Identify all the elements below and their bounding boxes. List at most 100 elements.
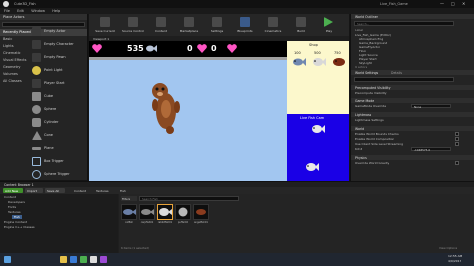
blueprint-icon <box>240 17 250 27</box>
world-composition-checkbox[interactable] <box>455 137 459 141</box>
unreal-editor-icon[interactable] <box>90 256 97 263</box>
filters-button[interactable]: Filters <box>121 196 137 201</box>
asset-label: angelfish01 <box>194 221 208 224</box>
folder-developers[interactable]: Developers <box>8 200 25 204</box>
windows-start-icon[interactable] <box>4 256 11 263</box>
actor-icon <box>32 27 41 36</box>
asset-label: catfish <box>125 221 133 224</box>
sphere-icon <box>32 105 41 114</box>
folder-tree: Content Developers Fonts Textures Fish E… <box>0 194 118 253</box>
hud-right-value: 0 <box>211 44 217 53</box>
folder-engine-content[interactable]: Engine Content <box>4 220 27 224</box>
folder-fonts[interactable]: Fonts <box>8 205 16 209</box>
hud-mid-value: 0 <box>187 44 193 53</box>
blueprints-button[interactable]: Blueprints <box>231 16 259 35</box>
import-button[interactable]: Import <box>25 188 43 193</box>
shop-price-3: 750 <box>334 51 341 55</box>
cam-fish-icon <box>306 163 319 171</box>
light-bulb-icon <box>32 66 41 75</box>
shop-fish-3-icon[interactable] <box>332 57 346 67</box>
world-composition-label: Enable World Composition <box>355 137 395 141</box>
client-streaming-checkbox[interactable] <box>455 142 459 146</box>
heart-icon <box>92 44 102 53</box>
add-new-button[interactable]: Add New <box>3 188 23 193</box>
settings-button[interactable]: Settings <box>203 16 231 35</box>
gamemode-override-select[interactable]: None <box>411 104 451 109</box>
asset-thumbnail-puffer[interactable] <box>175 204 191 220</box>
breadcrumb-fish[interactable]: Fish <box>120 189 126 193</box>
view-options-button[interactable]: View Options <box>439 246 457 250</box>
project-tab[interactable]: Cute3D_Fish <box>14 2 36 6</box>
cam-fish-icon <box>312 125 325 133</box>
app-icon[interactable] <box>80 256 87 263</box>
breadcrumb-content[interactable]: Content <box>74 189 86 193</box>
section-game-mode[interactable]: Game Mode <box>351 98 474 103</box>
details-search-input[interactable] <box>354 77 454 82</box>
window-title: Live_Fish_Game <box>380 1 408 6</box>
gear-icon <box>212 17 222 27</box>
shop-fish-1-icon[interactable] <box>292 57 306 67</box>
outliner-search-input[interactable]: Search... <box>354 21 454 26</box>
override-gravity-label: Override World Gravity <box>355 161 390 165</box>
heart-icon <box>197 44 207 53</box>
section-world[interactable]: World <box>351 126 474 131</box>
hud-divider <box>89 57 287 60</box>
marketplace-button[interactable]: Marketplace <box>175 16 203 35</box>
section-lightmass[interactable]: Lightmass <box>351 112 474 117</box>
title-bar: Cute3D_Fish Live_Fish_Game — □ ✕ <box>0 0 474 8</box>
breadcrumb-textures[interactable]: Textures <box>96 189 109 193</box>
folder-content[interactable]: Content <box>4 195 16 199</box>
asset-thumbnail-carpfish[interactable] <box>139 204 155 220</box>
asset-count-status: 6 items (1 selected) <box>121 246 149 250</box>
section-precomputed-visibility[interactable]: Precomputed Visibility <box>351 85 474 90</box>
content-button[interactable]: Content <box>147 16 175 35</box>
plane-icon <box>32 147 41 150</box>
app-icon[interactable] <box>100 256 107 263</box>
folder-textures[interactable]: Textures <box>8 210 21 214</box>
shop-price-1: 100 <box>294 51 301 55</box>
asset-thumbnail-rabbitfish-selected[interactable] <box>157 204 173 220</box>
details-tab[interactable]: Details <box>391 71 402 75</box>
sphere-trigger-icon <box>32 170 41 179</box>
fish-icon <box>141 209 154 215</box>
build-button[interactable]: Build <box>287 16 315 35</box>
game-area[interactable] <box>89 41 287 181</box>
section-physics[interactable]: Physics <box>351 155 474 160</box>
fish-icon <box>178 207 188 217</box>
cinematics-button[interactable]: Cinematics <box>259 16 287 35</box>
override-gravity-checkbox[interactable] <box>455 161 459 165</box>
place-actors-panel: Place Actors Recently Placed Basic Light… <box>0 14 88 180</box>
file-explorer-icon[interactable] <box>60 256 67 263</box>
folder-engine-cpp-classes[interactable]: Engine C++ Classes <box>4 225 35 229</box>
taskbar-time: 12:55 AM <box>448 254 463 258</box>
save-current-button[interactable]: Save Current <box>91 16 119 35</box>
save-all-button[interactable]: Save All <box>45 188 65 193</box>
asset-label: puffer02 <box>177 221 189 224</box>
close-icon[interactable]: ✕ <box>462 1 465 6</box>
box-trigger-icon <box>32 157 41 166</box>
live-cam-title: Live Fish Cam <box>300 116 325 120</box>
play-button[interactable]: Play <box>315 16 343 35</box>
asset-search-input[interactable]: Search Fish <box>139 196 239 201</box>
shop-fish-2-icon[interactable] <box>312 57 326 67</box>
client-streaming-label: Use Client Side Level Streaming <box>355 142 404 146</box>
fish-icon <box>123 209 136 215</box>
maximize-icon[interactable]: □ <box>451 1 455 6</box>
browser-icon[interactable] <box>70 256 77 263</box>
pawn-icon <box>32 53 41 62</box>
world-outliner-tab[interactable]: World Outliner <box>355 15 378 19</box>
asset-thumbnail-angelfish[interactable] <box>193 204 209 220</box>
folder-fish[interactable]: Fish <box>12 215 22 219</box>
source-control-button[interactable]: Source Control <box>119 16 147 35</box>
content-icon <box>156 17 166 27</box>
asset-thumbnail-catfish[interactable] <box>121 204 137 220</box>
viewport-tab[interactable]: Viewport 1 <box>93 37 109 41</box>
world-settings-tab[interactable]: World Settings <box>355 71 378 75</box>
place-actors-tab[interactable]: Place Actors <box>0 14 87 20</box>
outliner-header-label: Label <box>355 28 364 32</box>
minimize-icon[interactable]: — <box>440 1 444 6</box>
world-bounds-checkbox[interactable] <box>455 132 459 136</box>
hud-score-value: 535 <box>127 44 144 53</box>
kill-z-input[interactable]: -1048575.0 <box>411 147 451 152</box>
shop-panel[interactable]: Shop 100 500 750 <box>287 41 349 114</box>
